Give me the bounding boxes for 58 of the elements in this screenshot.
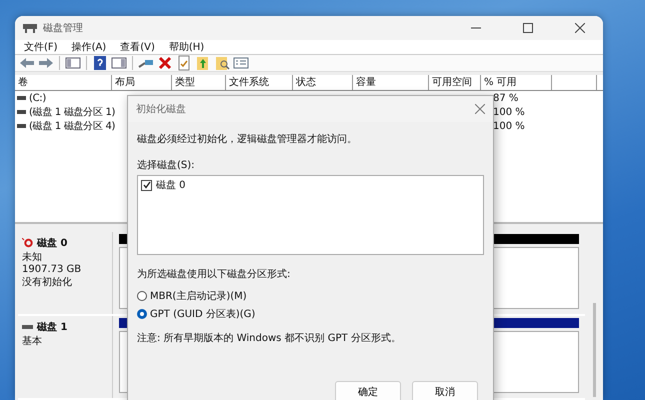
close-icon[interactable] [475, 104, 485, 114]
cancel-button[interactable]: 取消 [412, 381, 478, 400]
help-icon[interactable] [92, 55, 108, 71]
folder-search-icon[interactable] [214, 55, 230, 71]
select-disk-label: 选择磁盘(S): [137, 158, 196, 172]
radio-label[interactable]: GPT (GUID 分区表)(G) [150, 307, 256, 321]
forward-arrow-icon[interactable] [38, 55, 54, 71]
radio-button[interactable] [137, 291, 147, 301]
radio-label[interactable]: MBR(主启动记录)(M) [150, 289, 247, 303]
volume-icon [17, 96, 26, 100]
volume-name: (磁盘 1 磁盘分区 1) [29, 106, 116, 119]
volume-icon [17, 110, 26, 114]
ok-button[interactable]: 确定 [335, 381, 401, 400]
table-cell-text: 100 % [492, 120, 525, 132]
disk-warning-icon [22, 238, 33, 248]
disk-option[interactable]: 磁盘 0 [156, 178, 186, 192]
column-header[interactable]: 状态 [293, 75, 353, 90]
menu-item[interactable]: 操作(A) [66, 40, 112, 54]
volume-icon [17, 124, 26, 128]
properties-icon[interactable] [176, 55, 192, 71]
close-icon[interactable] [575, 23, 585, 33]
list-icon[interactable] [233, 55, 249, 71]
menu-item[interactable]: 帮助(H) [164, 40, 210, 54]
column-header[interactable]: 可用空间 [429, 75, 481, 90]
radio-button[interactable] [137, 309, 147, 319]
delete-icon[interactable] [157, 55, 173, 71]
menu-item[interactable]: 文件(F) [19, 40, 63, 54]
disk-type: 基本 [22, 334, 43, 348]
maximize-icon[interactable] [523, 23, 533, 33]
disk-size: 1907.73 GB [22, 264, 82, 275]
scrollbar[interactable] [593, 303, 596, 397]
checkbox[interactable] [141, 180, 152, 190]
back-arrow-icon[interactable] [19, 55, 35, 71]
menu-item[interactable]: 查看(V) [115, 40, 160, 54]
folder-up-icon[interactable] [195, 55, 211, 71]
console-tree-icon[interactable] [65, 55, 81, 71]
column-header[interactable]: 容量 [353, 75, 429, 90]
disk-name: 磁盘 0 [37, 236, 68, 250]
volume-name: (磁盘 1 磁盘分区 4) [29, 120, 116, 133]
window-title: 磁盘管理 [43, 22, 84, 35]
table-cell-text: 100 % [492, 106, 525, 118]
volume-name: (C:) [29, 92, 46, 104]
column-header[interactable]: % 可用 [481, 75, 552, 90]
table-cell-text: 87 % [492, 92, 518, 104]
dialog-title: 初始化磁盘 [136, 102, 186, 116]
disk-status: 没有初始化 [22, 276, 73, 289]
disk-type: 未知 [22, 250, 43, 264]
disk-list[interactable]: 磁盘 0 [137, 175, 484, 255]
column-header[interactable]: 文件系统 [226, 75, 293, 90]
dialog-message: 磁盘必须经过初始化，逻辑磁盘管理器才能访问。 [137, 132, 358, 146]
disk-drive-icon [23, 23, 37, 33]
column-header[interactable]: 卷 [15, 75, 112, 90]
column-header[interactable]: 布局 [112, 75, 172, 90]
column-header[interactable]: 类型 [172, 75, 226, 90]
note-text: 注意: 所有早期版本的 Windows 都不识别 GPT 分区形式。 [137, 332, 402, 345]
partition-style-label: 为所选磁盘使用以下磁盘分区形式: [137, 268, 292, 281]
panel-icon[interactable] [111, 55, 127, 71]
disk-name: 磁盘 1 [37, 320, 68, 334]
